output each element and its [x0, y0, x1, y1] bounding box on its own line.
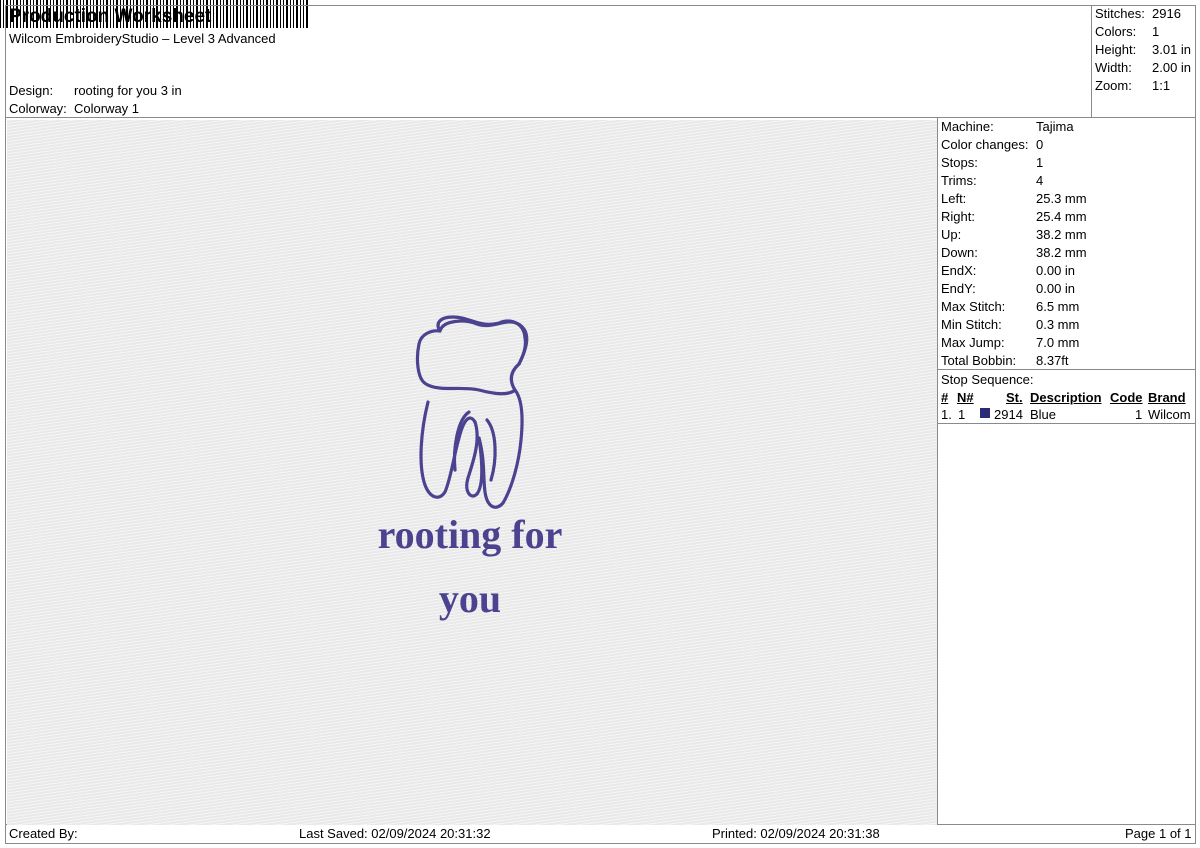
- header-divider: [5, 117, 1196, 118]
- stat-label-endy: EndY:: [941, 281, 976, 296]
- row-n: 1: [958, 407, 966, 422]
- stat-value-left: 25.3 mm: [1036, 191, 1087, 206]
- summary-label-width: Width:: [1095, 60, 1132, 75]
- col-header-code: Code: [1110, 390, 1143, 405]
- stat-value-down: 38.2 mm: [1036, 245, 1087, 260]
- tooth-icon: [415, 315, 529, 509]
- summary-value-width: 2.00 in: [1152, 60, 1192, 75]
- stat-value-max-stitch: 6.5 mm: [1036, 299, 1080, 314]
- sequence-divider: [937, 423, 1196, 424]
- summary-value-stitches: 2916: [1152, 6, 1181, 21]
- summary-label-height: Height:: [1095, 42, 1137, 57]
- stat-label-trims: Trims:: [941, 173, 977, 188]
- summary-value-colors: 1: [1152, 24, 1160, 39]
- stop-sequence-title: Stop Sequence:: [941, 372, 1034, 387]
- design-label: Design:: [9, 83, 54, 98]
- stat-value-machine: Tajima: [1036, 119, 1074, 134]
- design-preview-canvas: rooting for you: [7, 120, 937, 825]
- stat-value-stops: 1: [1036, 155, 1044, 170]
- stat-value-endy: 0.00 in: [1036, 281, 1076, 296]
- stat-label-right: Right:: [941, 209, 975, 224]
- colorway-value: Colorway 1: [74, 101, 140, 116]
- stat-value-right: 25.4 mm: [1036, 209, 1087, 224]
- printed-date: Printed: 02/09/2024 20:31:38: [712, 826, 880, 841]
- summary-value-height: 3.01 in: [1152, 42, 1192, 57]
- stat-label-endx: EndX:: [941, 263, 977, 278]
- stat-value-color-changes: 0: [1036, 137, 1044, 152]
- row-stitches: 2914: [994, 407, 1023, 422]
- canvas-right-divider: [937, 118, 938, 824]
- page-number: Page 1 of 1: [1125, 826, 1192, 841]
- created-by: Created By:: [9, 826, 78, 841]
- design-text-line-1: rooting for: [378, 512, 563, 557]
- summary-label-stitches: Stitches:: [1095, 6, 1145, 21]
- design-value: rooting for you 3 in: [74, 83, 182, 98]
- stat-value-max-jump: 7.0 mm: [1036, 335, 1080, 350]
- summary-label-zoom: Zoom:: [1095, 78, 1132, 93]
- stat-label-min-stitch: Min Stitch:: [941, 317, 1002, 332]
- barcode-bar: [0, 0, 1, 28]
- summary-label-colors: Colors:: [1095, 24, 1137, 39]
- stat-label-down: Down:: [941, 245, 978, 260]
- stat-label-total-bobbin: Total Bobbin:: [941, 353, 1017, 368]
- summary-divider: [1091, 5, 1092, 117]
- col-header-num: #: [941, 390, 949, 405]
- col-header-n: N#: [957, 390, 974, 405]
- stat-value-up: 38.2 mm: [1036, 227, 1087, 242]
- row-num: 1.: [941, 407, 952, 422]
- col-header-description: Description: [1030, 390, 1102, 405]
- stat-label-left: Left:: [941, 191, 967, 206]
- design-preview: rooting for you: [378, 315, 563, 621]
- stat-label-machine: Machine:: [941, 119, 994, 134]
- software-subtitle: Wilcom EmbroideryStudio – Level 3 Advanc…: [9, 31, 276, 46]
- row-brand: Wilcom: [1148, 407, 1191, 422]
- page-title: Production Worksheet: [9, 6, 212, 27]
- col-header-stitches: St.: [1006, 390, 1023, 405]
- stat-label-max-jump: Max Jump:: [941, 335, 1005, 350]
- row-code: 1: [1135, 407, 1143, 422]
- colorway-label: Colorway:: [9, 101, 67, 116]
- design-text-line-2: you: [439, 576, 501, 621]
- stat-label-stops: Stops:: [941, 155, 978, 170]
- barcode-bar: [3, 0, 4, 28]
- stats-divider: [937, 369, 1196, 370]
- stat-value-min-stitch: 0.3 mm: [1036, 317, 1080, 332]
- row-description: Blue: [1030, 407, 1057, 422]
- color-swatch: [980, 408, 990, 418]
- col-header-brand: Brand: [1148, 390, 1186, 405]
- stat-label-color-changes: Color changes:: [941, 137, 1029, 152]
- stat-label-up: Up:: [941, 227, 962, 242]
- stat-value-total-bobbin: 8.37ft: [1036, 353, 1069, 368]
- stat-label-max-stitch: Max Stitch:: [941, 299, 1006, 314]
- summary-value-zoom: 1:1: [1152, 78, 1171, 93]
- last-saved: Last Saved: 02/09/2024 20:31:32: [299, 826, 491, 841]
- stat-value-endx: 0.00 in: [1036, 263, 1076, 278]
- stat-value-trims: 4: [1036, 173, 1044, 188]
